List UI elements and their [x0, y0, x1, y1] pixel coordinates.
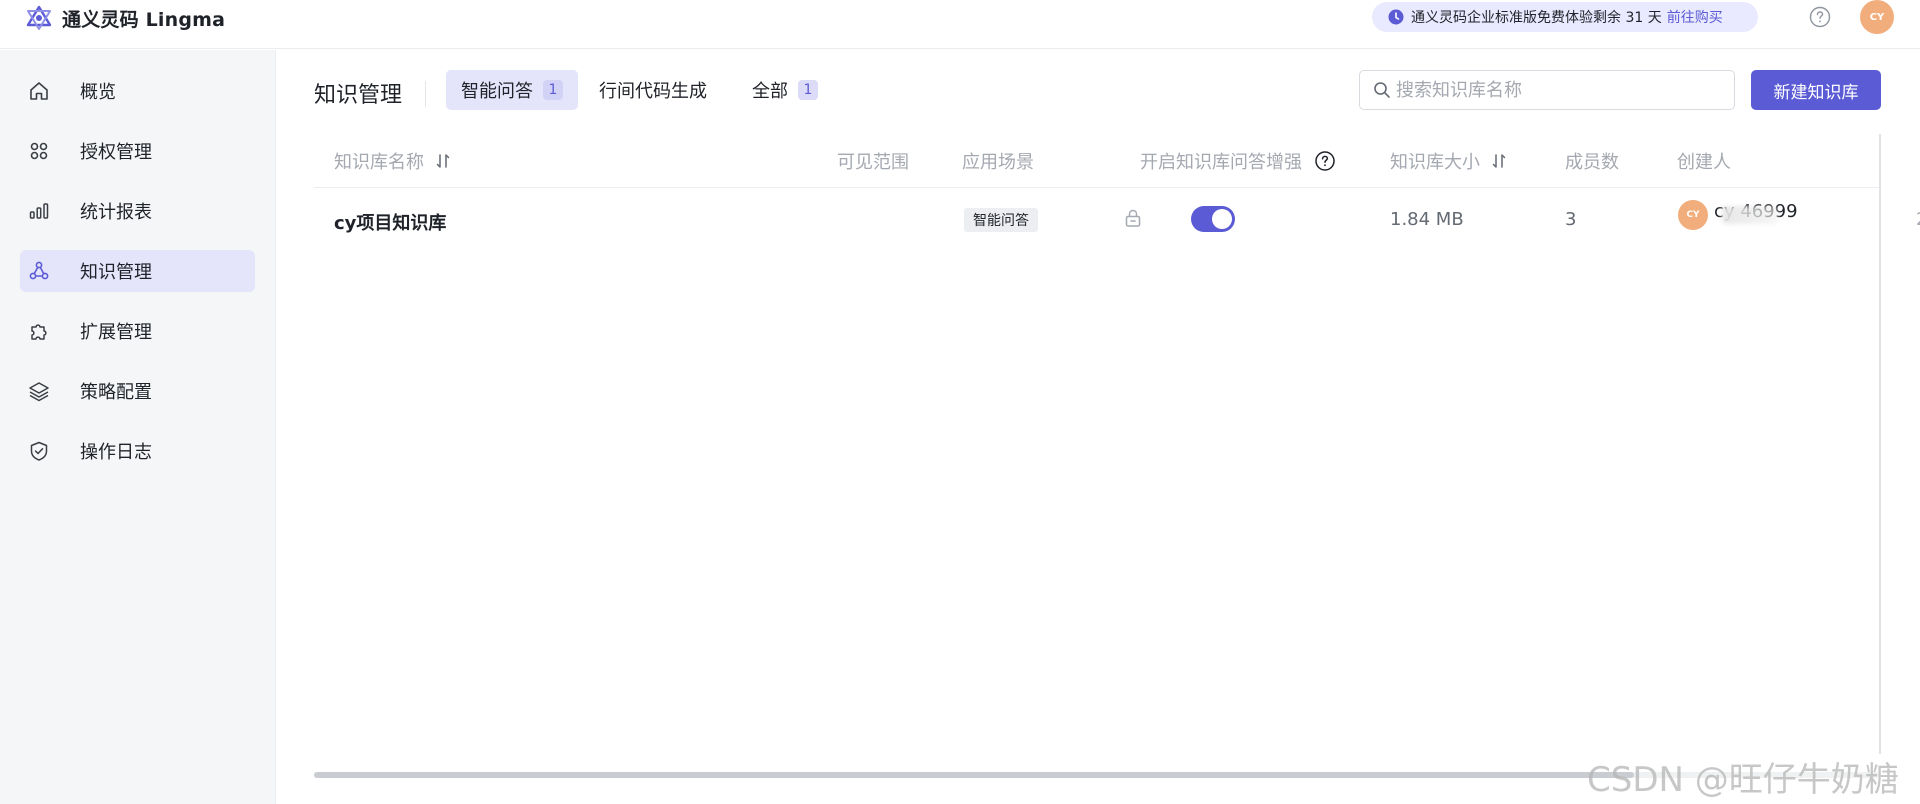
- column-header-name[interactable]: 知识库名称: [334, 148, 452, 174]
- title-divider: [425, 81, 426, 107]
- search-icon: [1374, 82, 1390, 98]
- table-header: 知识库名称 可见范围 应用场景 开启知识库问答增强 知识库大小 成员数 创建人: [314, 134, 1879, 188]
- trial-banner: 通义灵码企业标准版免费体验剩余 31 天 前往购买: [1372, 2, 1758, 32]
- sidebar-item-overview[interactable]: 概览: [20, 70, 255, 112]
- column-header-members: 成员数: [1565, 152, 1619, 173]
- search-box[interactable]: [1359, 70, 1735, 110]
- tab-label: 智能问答: [461, 81, 533, 102]
- sidebar-item-label: 概览: [80, 82, 116, 103]
- sidebar-item-logs[interactable]: 操作日志: [20, 430, 255, 472]
- knowledge-nodes-icon: [29, 261, 49, 280]
- question-icon[interactable]: [1314, 150, 1336, 172]
- lingma-logo-icon: [26, 5, 52, 30]
- size-cell: 1.84 MB: [1390, 209, 1464, 230]
- tab-all[interactable]: 全部 1: [737, 70, 833, 110]
- page-title: 知识管理: [314, 83, 403, 108]
- tab-label: 全部: [752, 81, 788, 102]
- sidebar-item-label: 知识管理: [80, 262, 152, 283]
- main-content: 知识管理 智能问答 1 行间代码生成 全部 1 新建知识库 知识库名称 可见范: [277, 50, 1920, 804]
- home-icon: [30, 82, 48, 100]
- column-header-qa-enhance: 开启知识库问答增强: [1140, 148, 1336, 174]
- help-icon[interactable]: [1809, 6, 1831, 28]
- trial-text: 通义灵码企业标准版免费体验剩余 31 天: [1411, 10, 1662, 26]
- sidebar-item-label: 扩展管理: [80, 322, 152, 343]
- sidebar-item-knowledge[interactable]: 知识管理: [20, 250, 255, 292]
- table-row[interactable]: cy项目知识库 智能问答 1.84 MB 3 CY cy 46999: [314, 189, 1920, 251]
- members-cell: 3: [1565, 209, 1577, 230]
- column-header-size[interactable]: 知识库大小: [1390, 148, 1508, 174]
- top-bar: 通义灵码 Lingma 通义灵码企业标准版免费体验剩余 31 天 前往购买 CY: [0, 0, 1920, 49]
- grid-icon: [30, 142, 48, 160]
- tab-smart-qa[interactable]: 智能问答 1: [446, 70, 578, 110]
- clock-icon: [1388, 9, 1404, 25]
- watermark: CSDN @旺仔牛奶糖: [1587, 760, 1899, 800]
- sidebar-item-label: 统计报表: [80, 202, 152, 223]
- redaction-blur: [1722, 206, 1778, 224]
- column-header-visibility: 可见范围: [837, 152, 909, 173]
- puzzle-icon: [31, 324, 47, 340]
- layers-icon: [29, 382, 49, 402]
- knowledge-table: 知识库名称 可见范围 应用场景 开启知识库问答增强 知识库大小 成员数 创建人 …: [314, 134, 1920, 754]
- user-avatar[interactable]: CY: [1860, 0, 1894, 34]
- creator-cell: CY cy 46999: [1678, 200, 1798, 230]
- sidebar-item-policy[interactable]: 策略配置: [20, 370, 255, 412]
- sidebar-item-reports[interactable]: 统计报表: [20, 190, 255, 232]
- table-vertical-edge: [1879, 134, 1881, 754]
- sort-icon[interactable]: [1490, 152, 1508, 170]
- brand-name: 通义灵码 Lingma: [62, 8, 226, 31]
- scene-tag: 智能问答: [964, 208, 1038, 232]
- qa-enhance-toggle[interactable]: [1191, 206, 1235, 232]
- buy-link[interactable]: 前往购买: [1667, 7, 1723, 27]
- sidebar-item-label: 策略配置: [80, 382, 152, 403]
- kb-name[interactable]: cy项目知识库: [334, 209, 446, 235]
- tab-count: 1: [798, 80, 818, 100]
- toggle-knob: [1212, 209, 1232, 229]
- sidebar-item-license[interactable]: 授权管理: [20, 130, 255, 172]
- brand[interactable]: 通义灵码 Lingma: [26, 2, 225, 34]
- tab-count: 1: [543, 80, 563, 100]
- truncated-column-cell: 2: [1916, 209, 1920, 230]
- sidebar-item-label: 授权管理: [80, 142, 152, 163]
- column-header-scene: 应用场景: [962, 152, 1034, 173]
- visibility-cell: [1122, 207, 1144, 229]
- sort-icon[interactable]: [434, 152, 452, 170]
- column-header-creator: 创建人: [1677, 152, 1731, 173]
- shield-check-icon: [30, 441, 48, 461]
- sidebar-item-extensions[interactable]: 扩展管理: [20, 310, 255, 352]
- search-input[interactable]: [1396, 79, 1716, 101]
- qa-enhance-cell: [1191, 206, 1235, 232]
- bar-chart-icon: [29, 203, 49, 219]
- tab-label: 行间代码生成: [599, 81, 707, 102]
- creator-avatar: CY: [1678, 200, 1708, 230]
- sidebar: 概览 授权管理 统计报表 知识管理 扩展管理 策略配置 操作日志: [0, 50, 276, 804]
- new-knowledge-base-button[interactable]: 新建知识库: [1751, 70, 1881, 110]
- lock-icon: [1125, 209, 1141, 227]
- scrollbar-thumb[interactable]: [314, 772, 1634, 778]
- tab-inline-code[interactable]: 行间代码生成: [584, 70, 722, 110]
- sidebar-item-label: 操作日志: [80, 442, 152, 463]
- scene-cell: 智能问答: [964, 208, 1038, 232]
